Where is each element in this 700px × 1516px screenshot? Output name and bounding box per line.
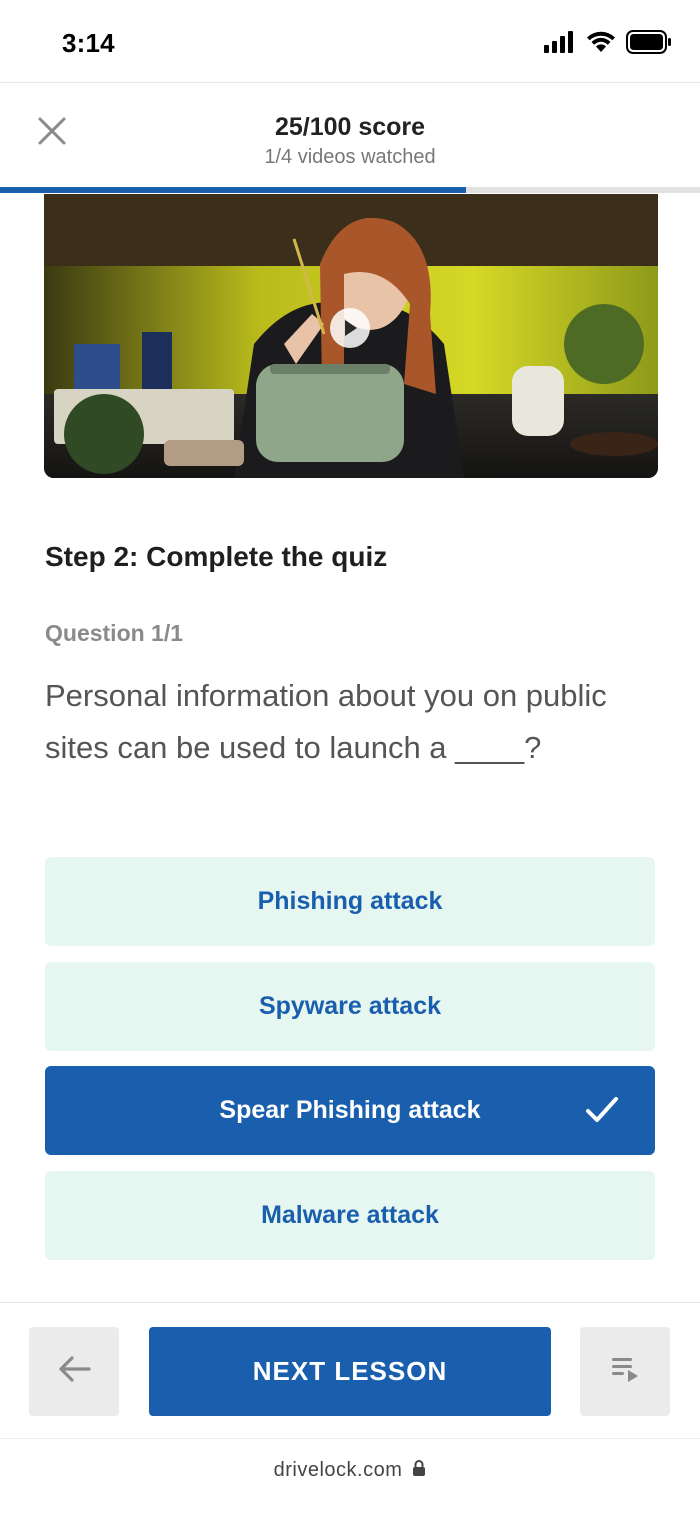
play-icon	[342, 319, 358, 337]
answer-option-label: Phishing attack	[257, 887, 443, 915]
lesson-list-button[interactable]	[580, 1327, 670, 1416]
lock-icon	[412, 1459, 426, 1482]
play-button[interactable]	[330, 308, 370, 348]
status-bar: 3:14	[0, 0, 700, 82]
videos-watched-label: 1/4 videos watched	[264, 146, 436, 168]
question-text: Personal information about you on public…	[45, 678, 607, 765]
status-time: 3:14	[62, 28, 115, 58]
step-title: Step 2: Complete the quiz	[45, 541, 388, 572]
question-number: Question 1/1	[45, 620, 184, 646]
progress-bar	[0, 187, 700, 193]
url-text: drivelock.com	[273, 1459, 403, 1481]
answer-option-label: Spyware attack	[258, 992, 442, 1020]
answer-option[interactable]: Phishing attack	[45, 857, 655, 946]
status-icons	[544, 30, 672, 59]
next-lesson-button[interactable]: NEXT LESSON	[149, 1327, 551, 1416]
arrow-left-icon	[57, 1355, 91, 1388]
lesson-header: 25/100 score 1/4 videos watched	[0, 82, 700, 188]
battery-icon	[626, 30, 672, 59]
answer-option-label: Spear Phishing attack	[219, 1096, 481, 1124]
answer-option[interactable]: Malware attack	[45, 1171, 655, 1260]
playlist-icon	[610, 1355, 640, 1388]
progress-fill	[0, 187, 467, 193]
score-label: 25/100 score	[274, 113, 426, 141]
bottom-navigation: NEXT LESSON	[0, 1302, 700, 1438]
signal-icon	[544, 31, 576, 58]
answer-option[interactable]: Spyware attack	[45, 962, 655, 1051]
video-player[interactable]	[44, 194, 658, 478]
back-button[interactable]	[29, 1327, 119, 1416]
checkmark-icon	[585, 1096, 619, 1131]
wifi-icon	[586, 31, 616, 58]
answer-option-label: Malware attack	[261, 1201, 439, 1229]
answer-option-selected[interactable]: Spear Phishing attack	[45, 1066, 655, 1155]
browser-url-bar[interactable]: drivelock.com	[0, 1438, 700, 1516]
